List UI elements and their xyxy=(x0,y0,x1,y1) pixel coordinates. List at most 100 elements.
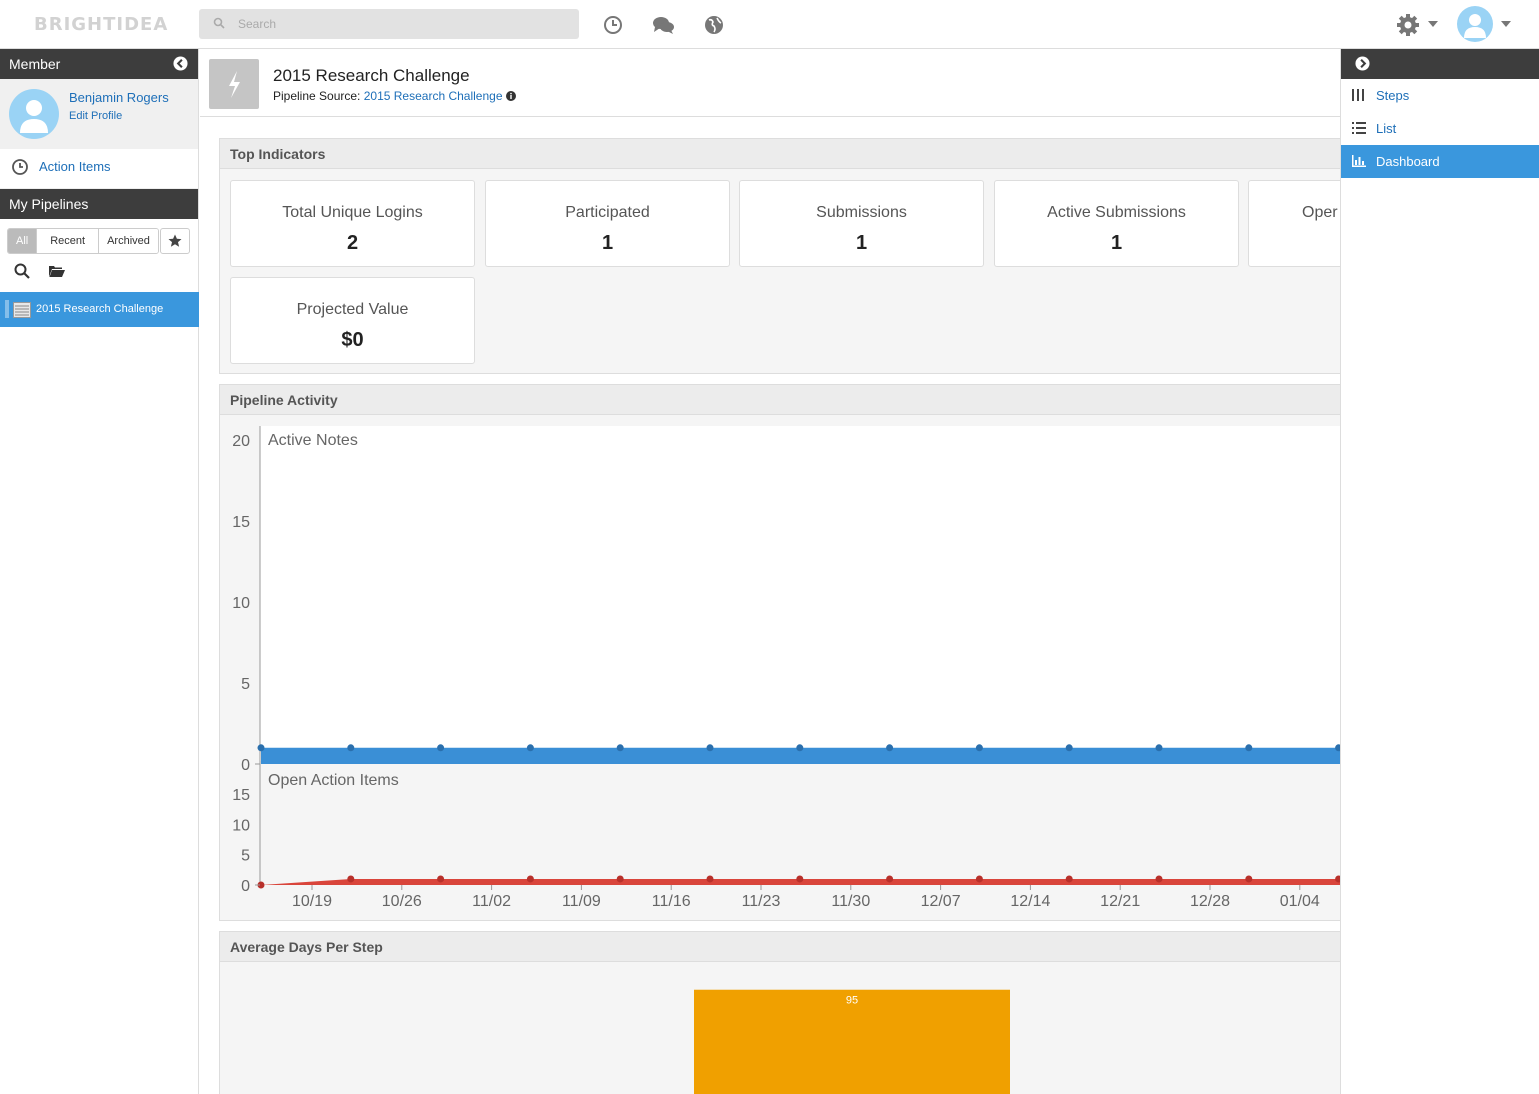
y-tick-label: 15 xyxy=(232,514,250,531)
data-point-active-notes[interactable] xyxy=(796,744,804,752)
filter-recent[interactable]: Recent xyxy=(37,229,100,253)
drag-handle-icon[interactable] xyxy=(5,300,9,318)
view-dashboard[interactable]: Dashboard xyxy=(1341,145,1539,178)
data-point-open-action-items[interactable] xyxy=(796,875,804,883)
user-avatar[interactable] xyxy=(1457,6,1493,42)
indicator-card: Active Submissions 1 xyxy=(994,180,1239,267)
gear-icon[interactable] xyxy=(1396,13,1420,37)
indicator-card: Submissions 1 xyxy=(739,180,984,267)
x-tick-label: 12/21 xyxy=(1100,893,1140,910)
data-point-active-notes[interactable] xyxy=(616,744,624,752)
data-point-open-action-items[interactable] xyxy=(437,875,445,883)
view-list-label: List xyxy=(1376,121,1397,136)
data-point-open-action-items[interactable] xyxy=(975,875,983,883)
view-dashboard-label: Dashboard xyxy=(1376,154,1440,169)
clock-icon[interactable] xyxy=(603,15,623,35)
x-tick-label: 11/30 xyxy=(831,893,870,910)
x-tick-label: 11/23 xyxy=(742,893,781,910)
action-items-link[interactable]: Action Items xyxy=(0,149,198,189)
avg-days-title: Average Days Per Step xyxy=(220,932,1340,962)
indicator-card: Oper xyxy=(1248,180,1340,267)
view-steps[interactable]: Steps xyxy=(1341,79,1539,112)
series-title-active-notes: Active Notes xyxy=(268,432,358,449)
avg-days-chart: 95 xyxy=(694,989,1010,1094)
pipeline-item[interactable]: 2015 Research Challenge xyxy=(0,292,199,327)
search-input[interactable]: Search xyxy=(199,9,579,39)
indicator-card: Participated 1 xyxy=(485,180,730,267)
filter-segment: All Recent Archived xyxy=(7,228,159,254)
view-list[interactable]: List xyxy=(1341,112,1539,145)
x-tick-label: 10/19 xyxy=(292,893,332,910)
x-tick-label: 11/16 xyxy=(652,893,691,910)
folder-open-icon[interactable] xyxy=(48,264,66,278)
indicator-value: 1 xyxy=(855,232,868,254)
indicator-label: Total Unique Logins xyxy=(282,204,423,221)
clock-icon xyxy=(12,159,28,175)
person-icon xyxy=(1464,14,1486,38)
data-point-active-notes[interactable] xyxy=(886,744,894,752)
bar-chart-icon xyxy=(1352,155,1366,167)
filter-starred[interactable] xyxy=(160,228,190,254)
indicator-label: Projected Value xyxy=(296,301,409,318)
data-point-open-action-items[interactable] xyxy=(526,875,534,883)
x-tick-label: 11/09 xyxy=(562,893,601,910)
data-point-active-notes[interactable] xyxy=(1245,744,1253,752)
y-tick-label: 5 xyxy=(241,848,250,865)
data-point-active-notes[interactable] xyxy=(706,744,714,752)
data-point-active-notes[interactable] xyxy=(1065,744,1073,752)
data-point-active-notes[interactable] xyxy=(1155,744,1163,752)
data-point-open-action-items[interactable] xyxy=(706,875,714,883)
top-indicators-title: Top Indicators xyxy=(220,139,1340,169)
data-point-open-action-items[interactable] xyxy=(1245,875,1253,883)
pipeline-header: 2015 Research Challenge Pipeline Source:… xyxy=(200,49,1340,117)
left-panel: Member Benjamin Rogers Edit Profile Acti… xyxy=(0,49,199,1094)
y-tick-label: 10 xyxy=(232,817,250,834)
data-point-active-notes[interactable] xyxy=(257,744,265,752)
data-point-active-notes[interactable] xyxy=(347,744,355,752)
collapse-left-icon[interactable] xyxy=(173,56,188,71)
globe-icon[interactable] xyxy=(704,15,724,35)
pipeline-source-link[interactable]: 2015 Research Challenge xyxy=(364,89,503,103)
x-tick-label: 10/26 xyxy=(382,893,422,910)
filter-archived[interactable]: Archived xyxy=(99,229,158,253)
pipeline-activity-title: Pipeline Activity xyxy=(220,385,1340,415)
brightidea-logo[interactable]: BRIGHTIDEA xyxy=(34,14,168,35)
data-point-active-notes[interactable] xyxy=(526,744,534,752)
data-point-active-notes[interactable] xyxy=(975,744,983,752)
page-title: 2015 Research Challenge xyxy=(273,66,470,85)
indicator-label: Active Submissions xyxy=(1047,204,1186,221)
info-icon[interactable] xyxy=(505,91,516,101)
star-icon xyxy=(168,234,182,247)
data-point-open-action-items[interactable] xyxy=(347,875,355,883)
data-point-open-action-items[interactable] xyxy=(1065,875,1073,883)
indicator-card: Projected Value $0 xyxy=(230,277,475,364)
data-point-open-action-items[interactable] xyxy=(886,875,894,883)
plot-background xyxy=(260,426,1340,761)
person-icon xyxy=(20,100,48,133)
x-tick-label: 12/14 xyxy=(1010,893,1050,910)
list-icon xyxy=(1352,122,1366,134)
chevron-down-icon[interactable] xyxy=(1501,21,1511,27)
data-point-open-action-items[interactable] xyxy=(1155,875,1163,883)
y-tick-label: 15 xyxy=(232,787,250,804)
my-pipelines-header: My Pipelines xyxy=(0,189,198,219)
user-name-link[interactable]: Benjamin Rogers xyxy=(69,90,169,105)
chat-icon[interactable] xyxy=(652,15,675,35)
indicator-card: Total Unique Logins 2 xyxy=(230,180,475,267)
data-point-active-notes[interactable] xyxy=(437,744,445,752)
search-icon[interactable] xyxy=(14,263,30,279)
indicator-label: Oper xyxy=(1302,204,1338,221)
top-indicators-panel: Top Indicators Total Unique Logins 2 Part… xyxy=(219,138,1340,374)
y-tick-label: 20 xyxy=(232,433,250,450)
pipeline-avatar xyxy=(209,59,259,109)
x-tick-label: 01/04 xyxy=(1280,893,1320,910)
search-icon xyxy=(213,17,225,29)
filter-all[interactable]: All xyxy=(8,229,38,253)
edit-profile-link[interactable]: Edit Profile xyxy=(69,110,122,122)
avatar[interactable] xyxy=(9,89,59,139)
chevron-down-icon[interactable] xyxy=(1428,21,1438,27)
collapse-right-icon[interactable] xyxy=(1355,56,1370,71)
indicator-value: 1 xyxy=(1110,232,1123,254)
data-point-open-action-items[interactable] xyxy=(616,875,624,883)
view-steps-label: Steps xyxy=(1376,88,1410,103)
